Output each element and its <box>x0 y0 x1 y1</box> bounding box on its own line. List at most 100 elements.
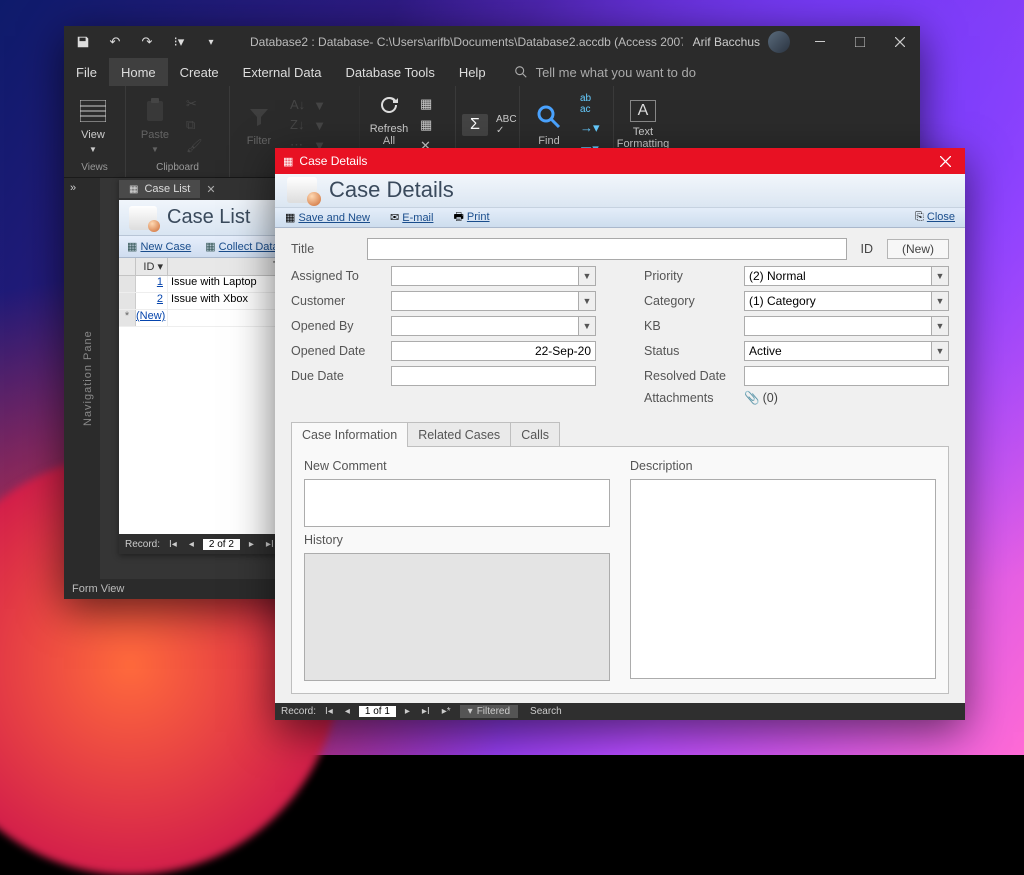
opened-date-field[interactable] <box>391 341 596 361</box>
close-button[interactable] <box>880 26 920 58</box>
tell-me-search[interactable]: Tell me what you want to do <box>498 58 696 86</box>
details-close-button[interactable] <box>925 148 965 174</box>
new-comment-field[interactable] <box>304 479 610 527</box>
chevron-down-icon[interactable]: ▼ <box>931 292 948 310</box>
goto-icon[interactable]: →▾ <box>580 120 600 136</box>
menu-external-data[interactable]: External Data <box>231 58 334 86</box>
cut-icon: ✂ <box>186 96 203 112</box>
details-titlebar: ▦ Case Details <box>275 148 965 174</box>
nav-next-button[interactable]: ▸ <box>402 706 413 717</box>
label-attachments: Attachments <box>644 391 744 405</box>
save-and-new-link[interactable]: Save and New <box>298 212 370 224</box>
window-title: Database2 : Database- C:\Users\arifb\Doc… <box>230 35 683 49</box>
redo-icon[interactable]: ↷ <box>138 33 156 51</box>
tab-calls[interactable]: Calls <box>510 422 560 447</box>
tab-case-list[interactable]: ▦ Case List <box>119 180 200 198</box>
qat-more-icon[interactable]: ▾ <box>202 33 220 51</box>
qat-customize-icon[interactable]: ⁝▾ <box>170 33 188 51</box>
search-box-label[interactable]: Search <box>524 706 562 717</box>
maximize-button[interactable] <box>840 26 880 58</box>
filtered-indicator[interactable]: ▾Filtered <box>460 705 518 718</box>
filter-icon <box>245 103 273 131</box>
priority-combo[interactable]: ▼ <box>744 266 949 286</box>
collect-data-link[interactable]: Collect Data <box>219 241 279 253</box>
resolved-date-field[interactable] <box>744 366 949 386</box>
case-details-window: ▦ Case Details Case Details ▦ Save and N… <box>275 148 965 720</box>
save-icon[interactable] <box>74 33 92 51</box>
print-link[interactable]: Print <box>467 211 490 223</box>
chevron-down-icon[interactable]: ▼ <box>578 267 595 285</box>
nav-new-button[interactable]: ▸* <box>439 706 454 717</box>
spelling-icon[interactable]: ABC✓ <box>496 114 517 136</box>
chevron-down-icon[interactable]: ▼ <box>931 317 948 335</box>
due-date-field[interactable] <box>391 366 596 386</box>
minimize-button[interactable] <box>800 26 840 58</box>
tab-close-button[interactable]: ✕ <box>200 183 221 196</box>
menu-help[interactable]: Help <box>447 58 498 86</box>
ribbon-text-formatting-button[interactable]: A Text Formatting <box>620 100 666 150</box>
nav-last-button[interactable]: ▸I <box>419 706 433 717</box>
ribbon-view-button[interactable]: View▼ <box>70 97 116 154</box>
label-opened-date: Opened Date <box>291 344 391 358</box>
save-record-icon[interactable]: ▦ <box>420 117 432 133</box>
opened-by-combo[interactable]: ▼ <box>391 316 596 336</box>
chevron-down-icon[interactable]: ▼ <box>931 267 948 285</box>
close-form-link[interactable]: Close <box>927 211 955 223</box>
label-customer: Customer <box>291 294 391 308</box>
tab-body: New Comment History Description <box>291 446 949 694</box>
form-icon: ▦ <box>129 184 138 195</box>
form-icon: ▦ <box>283 155 293 168</box>
label-priority: Priority <box>644 269 744 283</box>
ribbon-group-clipboard: Clipboard <box>132 160 223 175</box>
tab-related-cases[interactable]: Related Cases <box>407 422 511 447</box>
chevron-down-icon[interactable]: ▼ <box>578 292 595 310</box>
shutter-bar[interactable]: » <box>64 178 82 579</box>
tab-case-information[interactable]: Case Information <box>291 422 408 447</box>
replace-icon[interactable]: abac <box>580 93 600 115</box>
ribbon-filter-button: Filter <box>236 103 282 147</box>
nav-first-button[interactable]: I◂ <box>166 539 180 550</box>
chevron-down-icon[interactable]: ▼ <box>931 342 948 360</box>
kb-combo[interactable]: ▼ <box>744 316 949 336</box>
email-link[interactable]: E-mail <box>402 212 433 224</box>
id-value: (New) <box>887 239 949 259</box>
ribbon-paste-button: Paste▼ <box>132 97 178 154</box>
label-due-date: Due Date <box>291 369 391 383</box>
nav-prev-button[interactable]: ◂ <box>186 539 197 550</box>
record-position[interactable]: 1 of 1 <box>359 706 396 717</box>
customer-combo[interactable]: ▼ <box>391 291 596 311</box>
status-combo[interactable]: ▼ <box>744 341 949 361</box>
assigned-to-combo[interactable]: ▼ <box>391 266 596 286</box>
nav-first-button[interactable]: I◂ <box>322 706 336 717</box>
attachments-control[interactable]: 📎(0) <box>744 391 949 406</box>
category-combo[interactable]: ▼ <box>744 291 949 311</box>
ribbon-totals-button[interactable]: Σ <box>462 114 488 136</box>
menu-database-tools[interactable]: Database Tools <box>333 58 446 86</box>
details-header: Case Details <box>275 174 965 208</box>
text-a-icon: A <box>630 100 656 122</box>
sort-desc-icon: Z↓ <box>290 117 305 132</box>
ribbon-find-button[interactable]: Find <box>526 103 572 147</box>
new-case-link[interactable]: New Case <box>140 241 191 253</box>
status-text: Form View <box>72 583 124 595</box>
description-field[interactable] <box>630 479 936 679</box>
new-record-icon[interactable]: ▦ <box>420 96 432 112</box>
title-field[interactable] <box>367 238 847 260</box>
label-title: Title <box>291 242 359 256</box>
navigation-pane[interactable]: Navigation Pane <box>82 178 100 579</box>
nav-prev-button[interactable]: ◂ <box>342 706 353 717</box>
account-area[interactable]: Arif Bacchus <box>683 31 800 53</box>
person-clipboard-icon <box>129 206 157 230</box>
record-position[interactable]: 2 of 2 <box>203 539 240 550</box>
chevron-down-icon[interactable]: ▼ <box>578 317 595 335</box>
label-id: ID <box>855 242 880 256</box>
nav-next-button[interactable]: ▸ <box>246 539 257 550</box>
undo-icon[interactable]: ↶ <box>106 33 124 51</box>
col-id[interactable]: ID ▾ <box>136 258 168 275</box>
selection-icon: ▼ <box>313 98 326 113</box>
menu-create[interactable]: Create <box>168 58 231 86</box>
label-opened-by: Opened By <box>291 319 391 333</box>
paste-icon <box>141 97 169 125</box>
menu-home[interactable]: Home <box>109 58 168 86</box>
menu-file[interactable]: File <box>64 58 109 86</box>
